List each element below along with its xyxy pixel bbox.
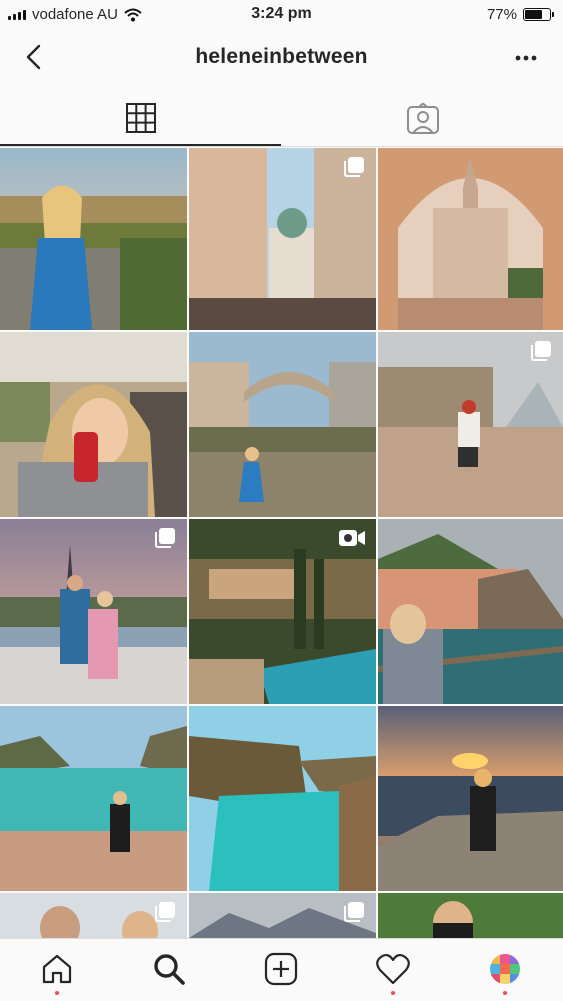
post-thumbnail[interactable] xyxy=(189,332,376,517)
carousel-icon xyxy=(344,157,364,177)
post-thumbnail[interactable] xyxy=(189,148,376,330)
notification-dot xyxy=(503,991,507,995)
status-time: 3:24 pm xyxy=(251,5,312,22)
page-title: heleneinbetween xyxy=(195,45,368,68)
photo-stone-arch xyxy=(378,148,563,330)
post-thumbnail[interactable] xyxy=(378,332,563,517)
home-icon xyxy=(42,954,72,984)
nav-home[interactable] xyxy=(37,949,77,995)
carousel-icon xyxy=(344,902,364,922)
photo-cafe-drink xyxy=(0,332,187,517)
profile-header: heleneinbetween xyxy=(0,30,563,86)
status-bar: vodafone AU 3:24 pm 77% xyxy=(0,0,563,30)
reel-video-icon xyxy=(339,530,365,546)
tab-posts-grid[interactable] xyxy=(0,92,281,146)
new-post-icon xyxy=(264,952,298,986)
battery-percent: 77% xyxy=(486,6,517,23)
photo-old-bridge xyxy=(189,332,376,517)
post-thumbnail[interactable] xyxy=(378,519,563,704)
nav-new-post[interactable] xyxy=(261,949,301,989)
post-thumbnail[interactable] xyxy=(0,332,187,517)
post-thumbnail[interactable] xyxy=(0,706,187,891)
post-thumbnail[interactable] xyxy=(378,148,563,330)
tab-tagged[interactable] xyxy=(282,92,563,146)
profile-tabs xyxy=(0,92,563,147)
post-thumbnail[interactable] xyxy=(378,706,563,891)
heart-icon xyxy=(376,953,410,985)
search-icon xyxy=(154,954,185,985)
notification-dot xyxy=(55,991,59,995)
nav-search[interactable] xyxy=(149,949,189,989)
profile-avatar-icon xyxy=(490,954,520,984)
post-thumbnail[interactable] xyxy=(0,519,187,704)
nav-activity[interactable] xyxy=(373,949,413,995)
tagged-person-icon xyxy=(406,103,439,134)
bottom-tab-bar xyxy=(0,938,563,1001)
carousel-icon xyxy=(155,902,175,922)
battery-icon xyxy=(523,8,554,21)
post-thumbnail[interactable] xyxy=(0,893,187,938)
post-thumbnail[interactable] xyxy=(189,519,376,704)
post-thumbnail[interactable] xyxy=(0,148,187,330)
carousel-icon xyxy=(531,341,551,361)
grid-icon xyxy=(125,103,156,133)
photo-cinque-terre xyxy=(378,519,563,704)
photo-hill-view xyxy=(0,148,187,330)
photo-garden-selfie xyxy=(378,893,563,938)
notification-dot xyxy=(391,991,395,995)
carousel-icon xyxy=(155,528,175,548)
photo-cove-cliffs xyxy=(189,706,376,891)
battery-info: 77% xyxy=(486,6,554,23)
photo-sunset-sea xyxy=(378,706,563,891)
post-thumbnail[interactable] xyxy=(378,893,563,938)
photo-turquoise-bay xyxy=(0,706,187,891)
more-options-icon[interactable] xyxy=(509,44,543,72)
post-thumbnail[interactable] xyxy=(189,706,376,891)
nav-profile[interactable] xyxy=(485,949,525,995)
posts-grid xyxy=(0,148,563,938)
post-thumbnail[interactable] xyxy=(189,893,376,938)
